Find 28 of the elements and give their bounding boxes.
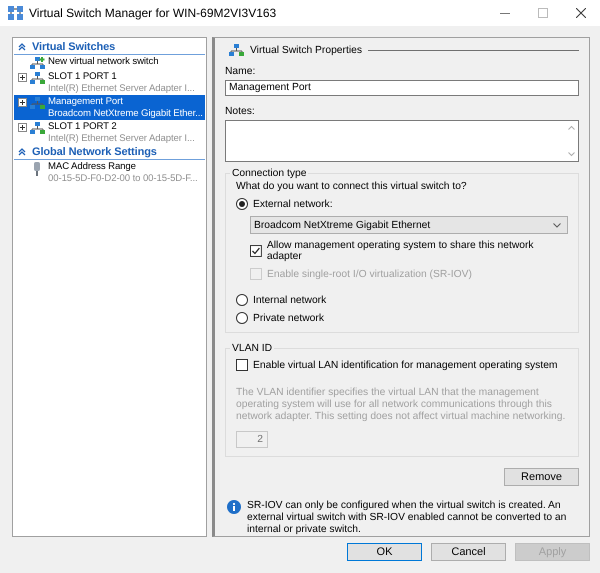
section-header[interactable]: Global Network Settings xyxy=(14,145,205,160)
remove-button[interactable]: Remove xyxy=(504,468,579,486)
section-header[interactable]: Virtual Switches xyxy=(14,40,205,55)
dialog-button[interactable]: Cancel xyxy=(431,543,506,561)
field-label: Name: xyxy=(225,66,256,77)
checkbox-label: Enable single-root I/O virtualization (SR-IOV) xyxy=(267,268,472,280)
tree-item[interactable]: New virtual network switch xyxy=(14,55,205,70)
tree-item[interactable]: SLOT 1 PORT 2 Intel(R) Ethernet Server Adapter I... xyxy=(14,120,205,145)
dialog-button[interactable]: OK xyxy=(347,543,422,561)
radio-label: External network: xyxy=(253,198,333,210)
tree-item[interactable]: Management Port Broadcom NetXtreme Gigabit Ether... xyxy=(14,95,205,120)
radio-label: Internal network xyxy=(253,294,326,306)
tree-item[interactable]: SLOT 1 PORT 1 Intel(R) Ethernet Server Adapter I... xyxy=(14,70,205,95)
vlan-description: The VLAN identifier specifies the virtual LAN that the management operating system will use for all network communications through this network adapter. This setting does not affect virtual machine networking. xyxy=(236,387,566,423)
radio-label: Private network xyxy=(253,312,324,324)
group-title: Connection type xyxy=(231,168,308,179)
section-title: Virtual Switch Properties xyxy=(250,44,362,56)
checkbox-label: Enable virtual LAN identification for management operating system xyxy=(253,360,558,370)
tree-item[interactable]: MAC Address Range 00-15-5D-F0-D2-00 to 00-15-5D-F... xyxy=(14,160,205,185)
vlan-id-field[interactable]: 2 xyxy=(236,431,268,448)
field-label: Notes: xyxy=(225,106,256,116)
question-text: What do you want to connect this virtual switch to? xyxy=(236,181,468,192)
adapter-dropdown[interactable]: Broadcom NetXtreme Gigabit Ethernet xyxy=(250,216,568,234)
info-text: SR-IOV can only be configured when the virtual switch is created. An external virtual switch with SR-IOV enabled cannot be converted to an internal or private switch. xyxy=(247,500,568,536)
name-field[interactable]: Management Port xyxy=(225,80,579,96)
window-title: Virtual Switch Manager for WIN-69M2VI3V163 xyxy=(29,6,278,20)
checkbox-label: Allow management operating system to share this network adapter xyxy=(266,240,535,262)
group-title: VLAN ID xyxy=(231,343,274,354)
